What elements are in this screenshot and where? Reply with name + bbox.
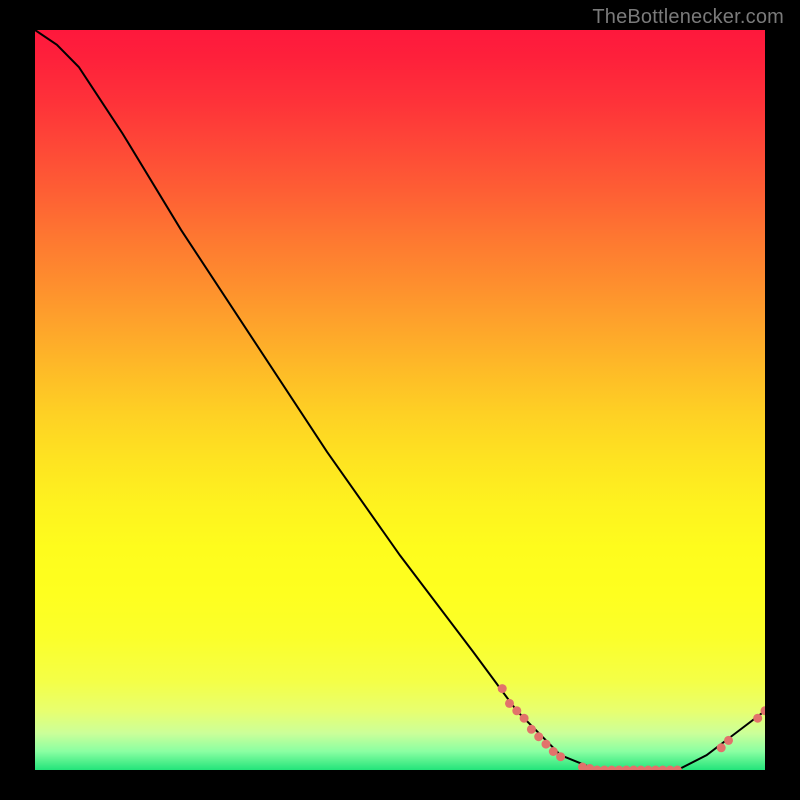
data-marker [542, 740, 551, 749]
data-marker [556, 752, 565, 761]
data-marker [534, 732, 543, 741]
data-marker [498, 684, 507, 693]
chart-svg [35, 30, 765, 770]
chart-container: TheBottlenecker.com [0, 0, 800, 800]
data-marker [527, 725, 536, 734]
gradient-background [35, 30, 765, 770]
data-marker [717, 743, 726, 752]
data-marker [520, 714, 529, 723]
data-marker [753, 714, 762, 723]
data-marker [505, 699, 514, 708]
data-marker [549, 747, 558, 756]
attribution-label: TheBottlenecker.com [592, 6, 784, 29]
data-marker [512, 706, 521, 715]
plot-area [35, 30, 765, 770]
data-marker [724, 736, 733, 745]
